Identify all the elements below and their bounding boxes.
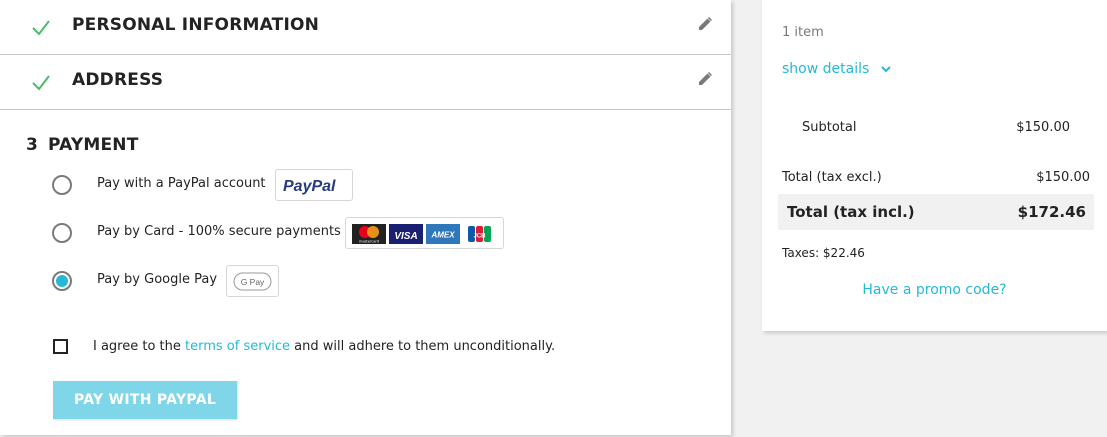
promo-code-link[interactable]: Have a promo code?: [762, 282, 1107, 298]
total-tax-excl-label: Total (tax excl.): [782, 170, 882, 185]
card-brands-icon: mastercard VISA AMEX JCB: [352, 224, 494, 244]
terms-text: I agree to the terms of service and will…: [93, 339, 555, 354]
payment-option-label: Pay with a PayPal account: [97, 176, 266, 191]
paypal-logo: PayPal: [275, 169, 353, 201]
edit-pencil-icon[interactable]: [698, 17, 712, 31]
terms-checkbox[interactable]: [53, 339, 68, 354]
check-icon: [32, 75, 50, 91]
subtotal-value: $150.00: [1016, 120, 1070, 135]
step-number: 3: [26, 135, 39, 155]
total-tax-incl-value: $172.46: [1017, 203, 1086, 221]
subtotal-label: Subtotal: [802, 120, 857, 135]
payment-option-label: Pay by Google Pay: [97, 272, 218, 287]
terms-prefix: I agree to the: [93, 339, 186, 354]
step-title: PERSONAL INFORMATION: [72, 15, 320, 35]
paypal-word-pay: PayPal: [283, 178, 336, 195]
card-logo-mastercard: mastercard: [359, 240, 379, 244]
show-details-link[interactable]: show details: [782, 61, 892, 77]
step-personal-information[interactable]: PERSONAL INFORMATION: [0, 0, 731, 55]
step-address[interactable]: ADDRESS: [0, 55, 731, 110]
items-count: 1 item: [782, 25, 824, 40]
google-pay-icon: G Pay: [233, 272, 272, 291]
show-details-label: show details: [782, 61, 870, 77]
google-pay-text: G Pay: [241, 277, 265, 287]
terms-of-service-link[interactable]: terms of service: [185, 339, 290, 354]
taxes-line: Taxes: $22.46: [782, 246, 865, 260]
total-tax-excl-value: $150.00: [1036, 170, 1090, 185]
terms-suffix: and will adhere to them unconditionally.: [290, 339, 556, 354]
radio-button[interactable]: [52, 175, 72, 195]
card-logo-jcb: JCB: [473, 234, 486, 240]
step-title: ADDRESS: [72, 70, 164, 90]
checkout-steps: PERSONAL INFORMATION ADDRESS 3 PAYMENT Pa…: [0, 0, 731, 435]
step-payment-title: 3 PAYMENT: [26, 135, 139, 155]
chevron-down-icon: [881, 66, 891, 73]
pay-with-paypal-button[interactable]: PAY WITH PAYPAL: [53, 381, 237, 419]
check-icon: [32, 20, 50, 36]
google-pay-logo: G Pay: [226, 265, 279, 297]
card-logo-visa: VISA: [394, 231, 417, 242]
total-tax-incl-label: Total (tax incl.): [787, 203, 915, 221]
card-logo-amex: AMEX: [430, 231, 455, 240]
radio-button-selected[interactable]: [52, 271, 72, 291]
payment-option-label: Pay by Card - 100% secure payments: [97, 224, 341, 239]
card-logos: mastercard VISA AMEX JCB: [345, 217, 504, 249]
edit-pencil-icon[interactable]: [698, 72, 712, 86]
step-title: PAYMENT: [48, 135, 139, 155]
paypal-logo-icon: PayPal: [283, 178, 336, 195]
cart-summary: 1 item show details Subtotal $150.00 Tot…: [762, 0, 1107, 331]
radio-button[interactable]: [52, 223, 72, 243]
